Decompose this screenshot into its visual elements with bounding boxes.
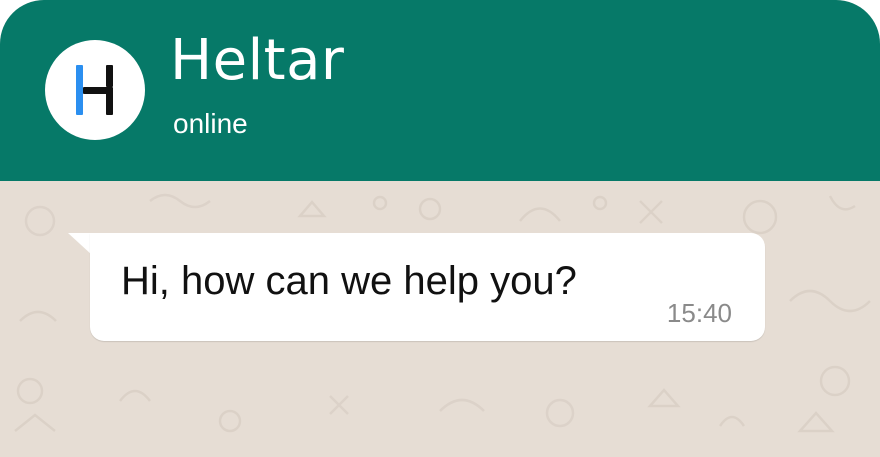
chat-header: Heltar online <box>0 0 880 181</box>
contact-status: online <box>173 108 248 139</box>
bubble-tail <box>68 233 92 255</box>
message-timestamp: 15:40 <box>666 298 732 328</box>
contact-name: Heltar <box>170 28 345 93</box>
avatar[interactable] <box>45 40 145 140</box>
message-bubble[interactable]: Hi, how can we help you? 15:40 <box>90 233 765 341</box>
message-text: Hi, how can we help you? <box>121 259 577 303</box>
chat-widget: Heltar online Hi, how can we help you? 1… <box>0 0 880 457</box>
